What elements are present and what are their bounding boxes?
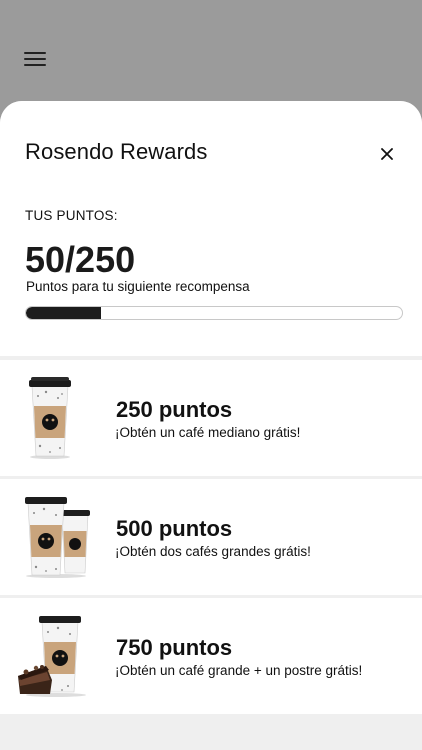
reward-points: 500 puntos [116, 516, 233, 541]
reward-card-250[interactable]: 250 puntos ¡Obtén un café mediano grátis… [0, 360, 422, 476]
points-progress-bar [25, 306, 403, 320]
single-coffee-cup-image [16, 376, 96, 460]
close-icon[interactable] [378, 145, 396, 163]
reward-points: 250 puntos [116, 397, 233, 422]
points-subtitle: Puntos para tu siguiente recompensa [26, 279, 250, 294]
reward-description: ¡Obtén un café grande + un postre grátis… [115, 663, 363, 678]
two-coffee-cups-image [16, 495, 96, 579]
reward-card-500[interactable]: 500 puntos ¡Obtén dos cafés grandes grát… [0, 479, 422, 595]
hamburger-menu-icon[interactable] [24, 52, 46, 66]
sheet-title: Rosendo Rewards [25, 139, 208, 164]
points-value: 50/250 [25, 239, 136, 280]
points-label: TUS PUNTOS: [25, 208, 118, 223]
reward-card-750[interactable]: 750 puntos ¡Obtén un café grande + un po… [0, 598, 422, 714]
rewards-bottom-sheet: Rosendo Rewards TUS PUNTOS: 50/250 Punto… [0, 101, 422, 750]
rewards-summary: Rosendo Rewards TUS PUNTOS: 50/250 Punto… [0, 101, 422, 356]
reward-description: ¡Obtén dos cafés grandes grátis! [115, 544, 311, 559]
app-top-bar [0, 0, 422, 110]
progress-fill [26, 307, 102, 319]
reward-points: 750 puntos [116, 635, 233, 660]
reward-description: ¡Obtén un café mediano grátis! [115, 425, 301, 440]
coffee-cup-and-cake-image [16, 614, 96, 698]
